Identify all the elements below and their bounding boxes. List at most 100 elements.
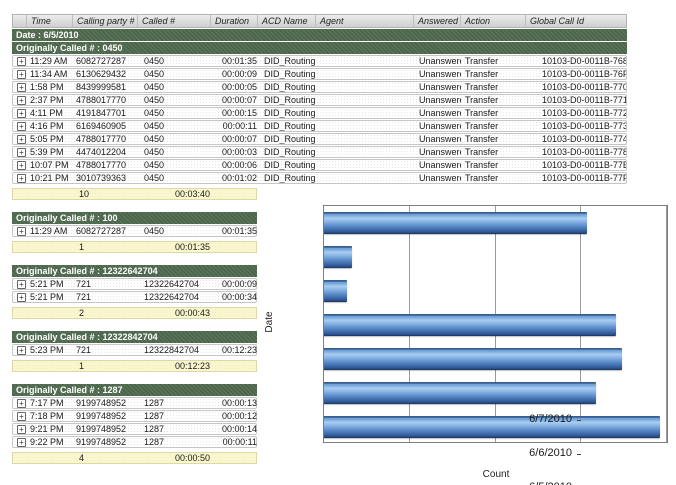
column-header-calling-party: Calling party # [73,15,138,27]
summary-spacer [211,189,258,199]
acd-name-cell: DID_Routing [258,173,316,183]
group-header: Originally Called # : 0450 [12,42,627,54]
expand-plus-icon[interactable]: + [17,161,26,170]
call-group-section: Originally Called # : 100+11:29 AM608272… [12,212,257,253]
expand-plus-icon[interactable]: + [17,135,26,144]
calling-party-cell: 6082727287 [73,56,138,66]
expander-cell: + [13,69,27,79]
summary-spacer [27,361,73,371]
summary-total-duration: 00:01:35 [138,242,211,252]
expand-plus-icon[interactable]: + [17,227,26,236]
table-row: +5:23 PM7211232284270400:12:23 [12,344,257,356]
global-call-id-cell: 10103-D0-0011B-774 [526,134,626,144]
calling-party-cell: 9199748952 [73,411,138,421]
expand-plus-icon[interactable]: + [17,438,26,447]
called-number-cell: 0450 [138,108,211,118]
duration-cell: 00:00:15 [211,108,258,118]
agent-cell [316,173,414,183]
action-cell: Transfer [461,95,526,105]
acd-name-cell: DID_Routing [258,160,316,170]
expand-plus-icon[interactable]: + [17,122,26,131]
calling-party-cell: 721 [73,292,138,302]
expander-cell: + [13,147,27,157]
expand-plus-icon[interactable]: + [17,57,26,66]
expand-plus-icon[interactable]: + [17,96,26,105]
summary-total-duration: 00:03:40 [138,189,211,199]
summary-spacer [211,453,258,463]
expand-plus-icon[interactable]: + [17,346,26,355]
expand-plus-icon[interactable]: + [17,174,26,183]
answered-cell: Unanswered [414,173,461,183]
chart-bar[interactable] [324,382,596,404]
answered-cell: Unanswered [414,160,461,170]
summary-row: 100:01:35 [12,241,257,253]
table-row: +7:17 PM9199748952128700:00:13 [12,397,257,409]
chart-bar[interactable] [324,280,347,302]
expand-plus-icon[interactable]: + [17,280,26,289]
chart-bar[interactable] [324,416,660,438]
expand-plus-icon[interactable]: + [17,148,26,157]
expand-plus-icon[interactable]: + [17,293,26,302]
answered-cell: Unanswered [414,69,461,79]
time-cell: 5:21 PM [27,279,73,289]
called-number-cell: 12322642704 [138,279,211,289]
expander-cell: + [13,121,27,131]
date-group-header: Date : 6/5/2010 [12,29,627,41]
answered-cell: Unanswered [414,134,461,144]
expander-cell: + [13,424,27,434]
summary-count: 2 [73,308,138,318]
answered-cell: Unanswered [414,108,461,118]
duration-cell: 00:00:09 [211,279,258,289]
calling-party-cell: 4474012204 [73,147,138,157]
column-header-answered: Answered [414,15,461,27]
duration-cell: 00:01:02 [211,173,258,183]
called-number-cell: 0450 [138,121,211,131]
acd-name-cell: DID_Routing [258,147,316,157]
calling-party-cell: 8439999581 [73,82,138,92]
time-cell: 7:17 PM [27,398,73,408]
chart-bar[interactable] [324,314,616,336]
expand-plus-icon[interactable]: + [17,70,26,79]
agent-cell [316,69,414,79]
table-row: +5:05 PM4788017770045000:00:07DID_Routin… [12,133,627,145]
expand-plus-icon[interactable]: + [17,399,26,408]
chart-bar[interactable] [324,348,622,370]
calling-party-cell: 6169460905 [73,121,138,131]
expander-cell: + [13,56,27,66]
expand-plus-icon[interactable]: + [17,425,26,434]
called-number-cell: 0450 [138,226,211,236]
expand-plus-icon[interactable]: + [17,83,26,92]
duration-cell: 00:12:23 [211,345,258,355]
time-cell: 11:34 AM [27,69,73,79]
y-tick-label: 6/6/2010 [516,447,572,459]
time-cell: 10:07 PM [27,160,73,170]
time-cell: 5:05 PM [27,134,73,144]
summary-total-duration: 00:00:50 [138,453,211,463]
expand-plus-icon[interactable]: + [17,109,26,118]
table-row: +11:29 AM6082727287045000:01:35DID_Routi… [12,55,627,67]
time-cell: 2:37 PM [27,95,73,105]
agent-cell [316,147,414,157]
chart-bar[interactable] [324,212,587,234]
duration-cell: 00:00:09 [211,69,258,79]
table-row: +9:22 PM9199748952128700:00:11 [12,436,257,448]
summary-count: 1 [73,361,138,371]
expander-cell: + [13,398,27,408]
group-header: Originally Called # : 12322642704 [12,265,257,277]
y-tick-label: 6/7/2010 [516,413,572,425]
summary-count: 1 [73,242,138,252]
called-number-cell: 0450 [138,95,211,105]
calling-party-cell: 3010739363 [73,173,138,183]
expander-cell: + [13,411,27,421]
column-header-duration: Duration [211,15,258,27]
table-row: +5:39 PM4474012204045000:00:03DID_Routin… [12,146,627,158]
duration-cell: 00:00:14 [211,424,258,434]
expand-plus-icon[interactable]: + [17,412,26,421]
called-number-cell: 0450 [138,82,211,92]
calling-party-cell: 6082727287 [73,226,138,236]
called-number-cell: 12322842704 [138,345,211,355]
chart-bar[interactable] [324,246,352,268]
duration-cell: 00:00:13 [211,398,258,408]
summary-spacer [13,453,27,463]
acd-name-cell: DID_Routing [258,56,316,66]
